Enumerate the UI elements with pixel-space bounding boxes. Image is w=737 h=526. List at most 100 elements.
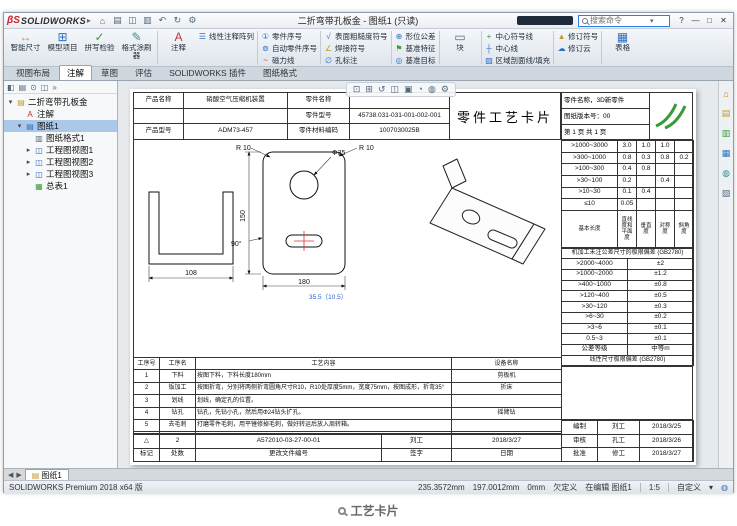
cell <box>637 199 656 211</box>
file-explorer-icon[interactable]: ▥ <box>722 128 731 139</box>
units-label[interactable]: 自定义 <box>677 482 701 493</box>
tab-sketch[interactable]: 草图 <box>93 65 126 80</box>
prev-sheet-icon[interactable]: ◀ <box>8 471 13 479</box>
drawing-views[interactable]: 108 180 150 R 10 R 10 90° Φ35 35.5（10.5） <box>133 140 561 357</box>
resources-icon[interactable]: ⌂ <box>723 89 728 99</box>
linear-note-pattern-button[interactable]: ☰线性注释阵列 <box>198 30 254 42</box>
note-button[interactable]: A注释 <box>161 30 196 60</box>
expand-pane-icon[interactable]: » <box>52 83 56 92</box>
expand-arrow-icon[interactable]: ▸ <box>25 170 32 178</box>
tree-item-label: 二折弯带孔板金 <box>28 96 88 108</box>
open-icon[interactable]: ▤ <box>111 15 124 26</box>
balloon-button[interactable]: ①零件序号 <box>261 30 317 42</box>
revision-symbol-button[interactable]: ▲修订符号 <box>557 30 598 42</box>
block-button[interactable]: ▭块 <box>443 30 478 60</box>
expand-arrow-icon[interactable]: ▾ <box>16 122 23 130</box>
format-painter-button[interactable]: ✎格式涂刷器 <box>119 30 154 60</box>
section-view-icon[interactable]: ◫ <box>391 84 400 95</box>
datum-target-button[interactable]: ◎基准目标 <box>395 54 436 66</box>
geometric-tolerance-button[interactable]: ⊕形位公差 <box>395 30 436 42</box>
front-view[interactable] <box>149 192 233 264</box>
custom-properties-icon[interactable]: ▧ <box>722 188 731 199</box>
display-style-icon[interactable]: ◔ <box>418 84 423 95</box>
previous-view-icon[interactable]: ↺ <box>378 84 386 95</box>
appearances-icon[interactable]: ◍ <box>722 168 730 179</box>
tree-item-sheet1[interactable]: ▾▤图纸1 <box>4 120 117 132</box>
tree-item-drawing-view1[interactable]: ▸◫工程图视图1 <box>4 144 117 156</box>
undo-icon[interactable]: ↶ <box>156 15 169 26</box>
tree-item-root[interactable]: ▾▤二折弯带孔板金 <box>4 96 117 108</box>
configuration-tab-icon[interactable]: ⊙ <box>30 83 37 92</box>
home-icon[interactable]: ⌂ <box>96 16 109 26</box>
propertymanager-tab-icon[interactable]: ▤ <box>19 83 27 92</box>
sheet-format-icon: ▥ <box>34 134 44 143</box>
tab-sheet-format[interactable]: 图纸格式 <box>255 65 305 80</box>
tree-item-general-table1[interactable]: ▦总表1 <box>4 180 117 192</box>
help-button[interactable]: ? <box>675 15 688 27</box>
minimize-button[interactable]: — <box>689 15 702 27</box>
options-icon[interactable]: ⚙ <box>186 15 199 26</box>
search-box[interactable]: ▾ <box>578 15 670 27</box>
cell <box>675 141 694 153</box>
row: 产品型号 ADM73-457 零件材料编码 1007030025B <box>134 124 450 140</box>
tab-addins[interactable]: SOLIDWORKS 插件 <box>161 65 254 80</box>
tree-item-sheet-format1[interactable]: ▥图纸格式1 <box>4 132 117 144</box>
process-table: 工序号工序名工艺内容设备名称 1下料按图下料，下料长度180mm剪板机 2钣加工… <box>133 357 562 434</box>
view-palette-icon[interactable]: ▦ <box>722 148 731 159</box>
row: >120~400±0.5 <box>562 291 694 302</box>
weld-symbol-button[interactable]: ∠焊接符号 <box>324 42 388 54</box>
cell: 批准 <box>562 448 598 462</box>
auto-balloon-button[interactable]: ⊚自动零件序号 <box>261 42 317 54</box>
graphics-area[interactable]: ⊡ ⊞ ↺ ◫ ▣ ◔ ◍ ⚙ 产品名称 硝酸空气压缩机装置 零件名称 <box>118 81 733 468</box>
next-sheet-icon[interactable]: ▶ <box>16 471 21 479</box>
tab-view-layout[interactable]: 视图布局 <box>8 65 58 80</box>
datum-feature-button[interactable]: ⚑基准特征 <box>395 42 436 54</box>
tree-item-annotations[interactable]: A注解 <box>4 108 117 120</box>
expand-arrow-icon[interactable]: ▸ <box>25 158 32 166</box>
expand-arrow-icon[interactable]: ▸ <box>25 146 32 154</box>
featuremanager-tab-icon[interactable]: ◧ <box>7 83 15 92</box>
close-button[interactable]: ✕ <box>717 15 730 27</box>
units-dropdown-icon[interactable]: ▾ <box>709 483 713 492</box>
editing-label: 在编辑 图纸1 <box>585 482 632 493</box>
sheet-tab-sheet1[interactable]: ▤ 图纸1 <box>25 469 69 480</box>
print-icon[interactable]: ▥ <box>141 15 154 26</box>
design-library-icon[interactable]: ▤ <box>722 108 731 119</box>
tree-item-drawing-view3[interactable]: ▸◫工程图视图3 <box>4 168 117 180</box>
search-input[interactable] <box>590 16 648 25</box>
sheet-icon: ▤ <box>32 471 40 480</box>
smart-dimension-button[interactable]: ↔智能尺寸 <box>8 30 43 60</box>
maximize-button[interactable]: □ <box>703 15 716 27</box>
chevron-down-icon[interactable]: ▾ <box>650 17 654 25</box>
model-items-button[interactable]: ⊞模型项目 <box>45 30 80 60</box>
zoom-area-icon[interactable]: ⊞ <box>365 84 373 95</box>
surface-finish-button[interactable]: √表面粗糙度符号 <box>324 30 388 42</box>
zoom-fit-icon[interactable]: ⊡ <box>353 84 361 95</box>
revision-cloud-button[interactable]: ☁修订云 <box>557 42 598 54</box>
cell: 0.4 <box>656 175 675 187</box>
tree-item-drawing-view2[interactable]: ▸◫工程图视图2 <box>4 156 117 168</box>
tab-evaluate[interactable]: 评估 <box>127 65 160 80</box>
spell-check-button[interactable]: ✓拼写检验 <box>82 30 117 60</box>
save-icon[interactable]: ◫ <box>126 15 139 26</box>
tolerance-table: >1000~30003.01.01.0 >300~10000.80.30.80.… <box>561 140 694 248</box>
rebuild-icon[interactable]: ↻ <box>171 15 184 26</box>
view-orientation-icon[interactable]: ▣ <box>404 84 413 95</box>
centerline-button[interactable]: ┼中心线 <box>485 42 551 54</box>
flat-view[interactable] <box>263 152 345 274</box>
cell: ≤10 <box>562 199 618 211</box>
center-mark-button[interactable]: +中心符号线 <box>485 30 551 42</box>
cell: 更改文件编号 <box>196 448 382 462</box>
logo-flyout-icon[interactable]: ▸ <box>87 16 91 25</box>
area-hatch-button[interactable]: ▨区域剖面线/填充 <box>485 54 551 66</box>
hole-callout-button[interactable]: ∅孔标注 <box>324 54 388 66</box>
hide-show-icon[interactable]: ◍ <box>428 84 436 95</box>
table-button[interactable]: ▦表格 <box>605 30 640 60</box>
drawing-sheet[interactable]: 产品名称 硝酸空气压缩机装置 零件名称 零件型号 45738.031-031-0… <box>130 89 696 465</box>
dimxpert-tab-icon[interactable]: ◫ <box>41 83 49 92</box>
expand-arrow-icon[interactable]: ▾ <box>7 98 14 106</box>
sheet-scale[interactable]: 1:5 <box>649 483 660 492</box>
tab-annotation[interactable]: 注解 <box>59 65 92 80</box>
isometric-view[interactable] <box>430 159 545 264</box>
view-settings-icon[interactable]: ⚙ <box>441 84 449 95</box>
